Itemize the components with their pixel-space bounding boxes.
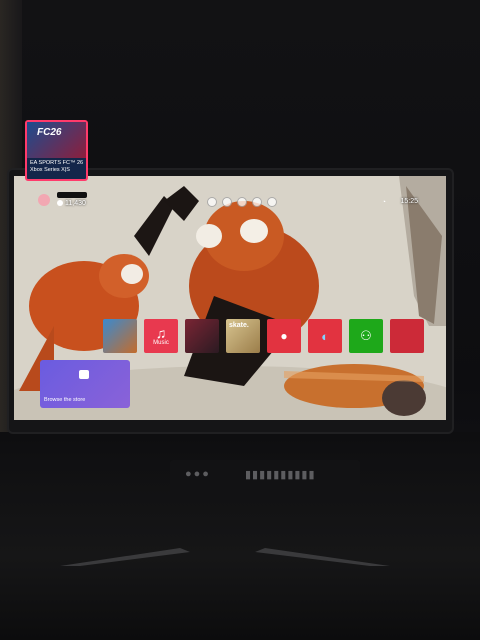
store-bag-icon (79, 370, 89, 379)
tile-featured-title: EA SPORTS FC™ 26 (30, 160, 84, 166)
monitor-stand (60, 548, 390, 566)
tile-featured-caption: EA SPORTS FC™ 26 Xbox Series X|S (30, 160, 83, 174)
music-note-icon: ♫ (155, 325, 167, 341)
settings-icon[interactable] (267, 197, 277, 207)
tile-apple-music-label: Music (153, 340, 169, 346)
library-icon[interactable] (237, 197, 247, 207)
gamertag-redacted (57, 192, 87, 198)
clock: 15:25 (400, 198, 418, 205)
top-bar: 11,430 ◔ 15:25 (14, 176, 446, 216)
tile-xbox-app[interactable]: ⚇ (349, 319, 383, 353)
device-buttons: ▮▮▮▮▮▮▮▮▮▮ (245, 469, 316, 481)
gamerscore-value: 11,430 (65, 200, 86, 207)
browse-store-label: Browse the store (44, 397, 86, 403)
browse-store-tile[interactable]: Browse the store (40, 360, 130, 408)
search-icon[interactable] (252, 197, 262, 207)
gamerscore: 11,430 (57, 200, 86, 207)
audio-device (170, 460, 360, 502)
party-icon[interactable] (207, 197, 217, 207)
profile-avatar[interactable] (38, 194, 50, 206)
tile-red[interactable] (390, 319, 424, 353)
fc26-logo-text: FC26 (37, 127, 62, 138)
tile-ea-sports-fc26[interactable]: FC26 EA SPORTS FC™ 26 Xbox Series X|S (25, 120, 88, 181)
gamerscore-icon (57, 200, 63, 206)
tile-edge[interactable]: ◐ (308, 319, 342, 353)
tile-apple-music[interactable]: ♫ Music (144, 319, 178, 353)
edge-browser-icon: ◐ (321, 328, 329, 344)
messages-icon[interactable] (222, 197, 232, 207)
tile-skate[interactable]: skate. (226, 319, 260, 353)
device-knobs: ●●● (185, 468, 211, 480)
tile-skate-label: skate. (229, 322, 249, 329)
network-icon: ◔ (381, 199, 386, 206)
tile-tips[interactable]: ● (267, 319, 301, 353)
top-nav-icons (207, 197, 277, 207)
tile-featured-subtitle: Xbox Series X|S (30, 166, 70, 173)
xbox-app-icon: ⚇ (360, 328, 372, 343)
tile-forza-horizon[interactable] (103, 319, 137, 353)
tile-nba-2k25[interactable] (185, 319, 219, 353)
lightbulb-icon: ● (280, 329, 288, 343)
